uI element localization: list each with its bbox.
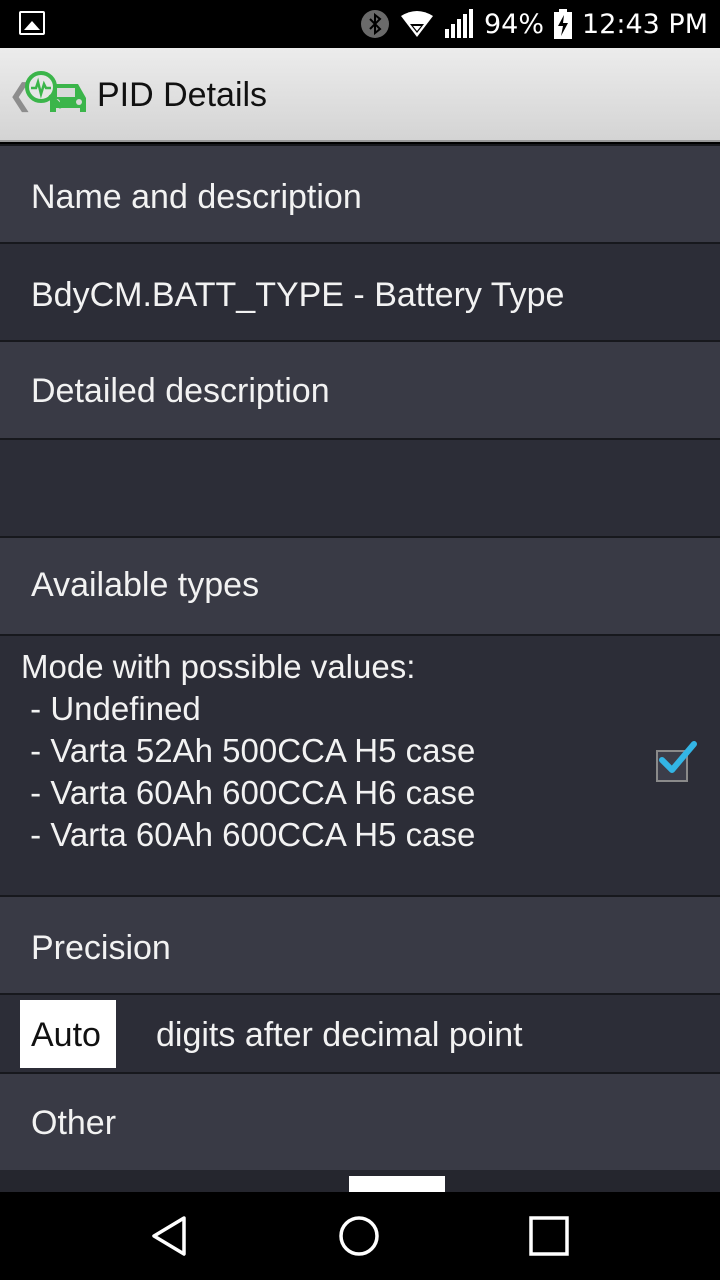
pid-details-list[interactable]: Name and description BdyCM.BATT_TYPE - B… xyxy=(0,144,720,1192)
signal-icon xyxy=(445,9,473,38)
pid-name-value: BdyCM.BATT_TYPE - Battery Type xyxy=(31,276,565,314)
battery-charging-icon xyxy=(554,9,573,39)
section-header-label: Detailed description xyxy=(31,372,330,410)
action-bar: ❮ PID Details xyxy=(0,48,720,142)
image-icon xyxy=(19,11,45,35)
detailed-description-row[interactable] xyxy=(0,438,720,536)
section-header-label: Name and description xyxy=(31,178,362,216)
precision-input-value: Auto xyxy=(31,1016,101,1054)
name-value-row[interactable]: BdyCM.BATT_TYPE - Battery Type xyxy=(0,242,720,340)
section-header-other: Other xyxy=(0,1072,720,1170)
available-types-row[interactable]: Mode with possible values: - Undefined -… xyxy=(0,634,720,895)
section-header-label: Other xyxy=(31,1104,117,1142)
back-icon[interactable] xyxy=(146,1212,194,1260)
section-header-types: Available types xyxy=(0,536,720,634)
bluetooth-icon xyxy=(361,10,389,38)
section-header-detailed: Detailed description xyxy=(0,340,720,438)
clock: 12:43 PM xyxy=(582,8,708,40)
section-header-precision: Precision xyxy=(0,895,720,993)
precision-suffix: digits after decimal point xyxy=(156,1016,523,1054)
section-header-name: Name and description xyxy=(0,144,720,242)
wifi-icon xyxy=(401,11,433,37)
scroll-indicator xyxy=(349,1176,445,1192)
page-title: PID Details xyxy=(97,76,268,114)
car-diagnostic-icon[interactable] xyxy=(24,70,90,120)
status-bar: 94% 12:43 PM xyxy=(0,0,720,48)
section-header-label: Available types xyxy=(31,566,260,604)
battery-percent: 94% xyxy=(484,8,545,40)
mode-values-text: Mode with possible values: - Undefined -… xyxy=(21,648,476,853)
home-icon[interactable] xyxy=(335,1212,383,1260)
section-header-label: Precision xyxy=(31,929,171,967)
navigation-bar xyxy=(0,1192,720,1280)
checkmark-icon xyxy=(659,741,697,773)
recents-icon[interactable] xyxy=(525,1212,573,1260)
precision-row: Auto digits after decimal point xyxy=(0,993,720,1072)
